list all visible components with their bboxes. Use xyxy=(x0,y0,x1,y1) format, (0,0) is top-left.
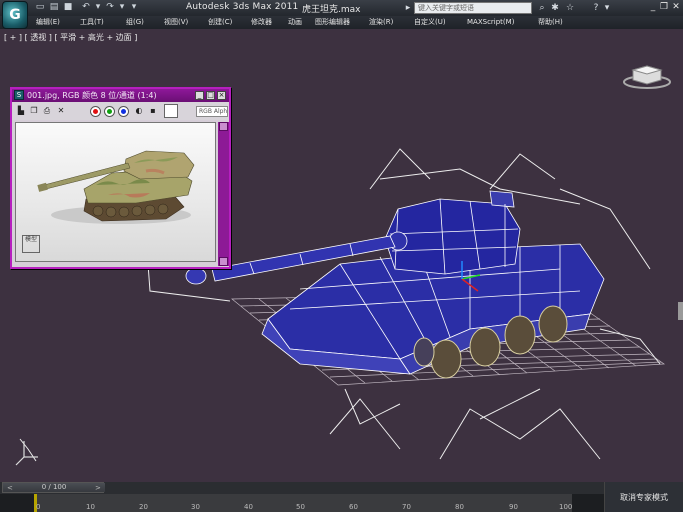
tick-label: 70 xyxy=(402,503,411,511)
track-bar[interactable]: 0 10 20 30 40 50 60 70 80 90 100 xyxy=(0,494,604,512)
menu-graph-editors[interactable]: 图形编辑器 xyxy=(315,17,350,28)
search-arrow-icon[interactable]: ▸ xyxy=(402,2,414,14)
image-scrollbar[interactable] xyxy=(218,122,229,266)
tick-label: 90 xyxy=(509,503,518,511)
tick-label: 60 xyxy=(349,503,358,511)
app-menu-button[interactable]: G xyxy=(2,1,28,29)
menu-rendering[interactable]: 渲染(R) xyxy=(369,17,393,28)
menu-bar: 编辑(E) 工具(T) 组(G) 视图(V) 创建(C) 修改器 动画 图形编辑… xyxy=(0,16,683,29)
tank-photo: 模型 xyxy=(15,122,216,262)
tick-label: 80 xyxy=(455,503,464,511)
alpha-channel-icon[interactable]: ◐ xyxy=(134,106,144,116)
image-maximize-icon[interactable]: □ xyxy=(206,91,215,100)
color-swatch[interactable] xyxy=(164,104,178,118)
app-title: Autodesk 3ds Max 2011 xyxy=(186,2,299,12)
clear-image-icon[interactable]: ✕ xyxy=(56,106,66,116)
tick-label: 20 xyxy=(139,503,148,511)
redo-icon[interactable]: ↷ xyxy=(104,2,116,13)
timeline: 0 / 100 < > ▤ 0 10 20 30 40 50 60 70 80 … xyxy=(0,482,683,512)
time-slider[interactable]: 0 / 100 < > xyxy=(2,482,105,493)
favorites-icon[interactable]: ☆ xyxy=(564,2,576,14)
tick-label: 30 xyxy=(191,503,200,511)
world-axis-gizmo xyxy=(15,441,38,466)
menu-help[interactable]: 帮助(H) xyxy=(538,17,563,28)
close-icon[interactable]: ✕ xyxy=(671,2,681,13)
time-prev-arrow-icon[interactable]: < xyxy=(7,484,13,492)
open-file-icon[interactable]: ▤ xyxy=(48,2,60,13)
time-slider-thumb[interactable]: 0 / 100 xyxy=(3,483,105,492)
image-window-toolbar: ▙ ❐ ⎙ ✕ ◐ ▪ RGB Alpha xyxy=(12,102,229,120)
save-image-icon[interactable]: ▙ xyxy=(16,106,26,116)
file-name: 虎王坦克.max xyxy=(302,5,361,15)
tank-turret xyxy=(384,190,521,275)
app-logo-letter: G xyxy=(9,7,21,23)
quick-access-dropdown-icon[interactable]: ▾ xyxy=(128,2,140,13)
minimize-icon[interactable]: _ xyxy=(648,2,658,13)
menu-modifiers[interactable]: 修改器 xyxy=(251,17,272,28)
clone-image-icon[interactable]: ❐ xyxy=(29,106,39,116)
save-file-icon[interactable]: ■ xyxy=(62,2,74,13)
scroll-up-arrow-icon[interactable] xyxy=(219,122,228,131)
menu-group[interactable]: 组(G) xyxy=(126,17,144,28)
red-channel-toggle[interactable] xyxy=(90,106,101,117)
cancel-expert-mode-button[interactable]: 取消专家模式 xyxy=(604,482,683,512)
print-image-icon[interactable]: ⎙ xyxy=(42,106,52,116)
menu-create[interactable]: 创建(C) xyxy=(208,17,232,28)
image-window-title: 001.jpg, RGB 颜色 8 位/通道 (1:4) xyxy=(27,91,157,100)
channel-dropdown[interactable]: RGB Alpha xyxy=(196,106,228,117)
tick-label: 40 xyxy=(244,503,253,511)
image-minimize-icon[interactable]: _ xyxy=(195,91,204,100)
tick-label: 50 xyxy=(296,503,305,511)
rendered-image-window[interactable]: S 001.jpg, RGB 颜色 8 位/通道 (1:4) _ □ × ▙ ❐… xyxy=(10,87,231,269)
menu-animation[interactable]: 动画 xyxy=(288,17,302,28)
photo-watermark-logo: 模型 xyxy=(22,235,40,253)
green-channel-toggle[interactable] xyxy=(104,106,115,117)
menu-maxscript[interactable]: MAXScript(M) xyxy=(467,17,514,28)
image-window-titlebar[interactable]: S 001.jpg, RGB 颜色 8 位/通道 (1:4) _ □ × xyxy=(12,89,229,102)
help-dropdown-icon[interactable]: ▾ xyxy=(601,2,613,14)
tick-label: 10 xyxy=(86,503,95,511)
communication-center-icon[interactable]: ✱ xyxy=(549,2,561,14)
restore-icon[interactable]: ❐ xyxy=(659,2,669,13)
image-close-icon[interactable]: × xyxy=(217,91,226,100)
search-icon[interactable]: ⌕ xyxy=(536,2,548,14)
viewcube-icon[interactable] xyxy=(621,62,673,90)
time-next-arrow-icon[interactable]: > xyxy=(95,484,101,492)
app-small-icon: S xyxy=(14,90,24,100)
search-input[interactable]: 键入关键字或短语 xyxy=(414,2,532,14)
undo-dropdown-icon[interactable]: ▾ xyxy=(92,2,104,13)
viewport-resize-handle[interactable] xyxy=(678,302,683,320)
mono-icon[interactable]: ▪ xyxy=(148,106,158,116)
title-bar: G ▭ ▤ ■ ↶ ▾ ↷ ▾ ▾ Autodesk 3ds Max 2011 … xyxy=(0,0,683,29)
redo-dropdown-icon[interactable]: ▾ xyxy=(116,2,128,13)
new-file-icon[interactable]: ▭ xyxy=(34,2,46,13)
tick-label: 100 xyxy=(559,503,573,511)
tick-label: 0 xyxy=(36,503,41,511)
perspective-viewport[interactable]: [ + ] [ 透视 ] [ 平滑 + 高光 + 边面 ] S 001.jpg,… xyxy=(0,29,683,482)
menu-tools[interactable]: 工具(T) xyxy=(80,17,104,28)
blue-channel-toggle[interactable] xyxy=(118,106,129,117)
undo-icon[interactable]: ↶ xyxy=(80,2,92,13)
menu-views[interactable]: 视图(V) xyxy=(164,17,188,28)
menu-edit[interactable]: 编辑(E) xyxy=(36,17,60,28)
scroll-down-arrow-icon[interactable] xyxy=(219,257,228,266)
menu-customize[interactable]: 自定义(U) xyxy=(414,17,446,28)
